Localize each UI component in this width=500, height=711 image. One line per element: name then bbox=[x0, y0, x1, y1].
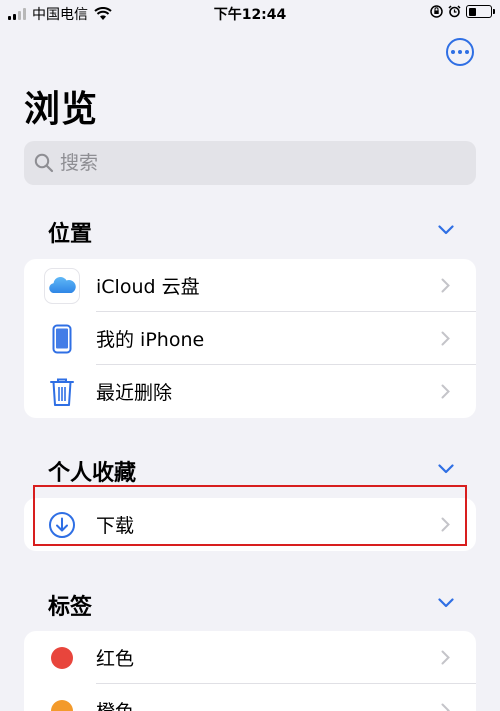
battery-fill bbox=[468, 7, 476, 16]
tag-item-orange[interactable]: 橙色 bbox=[24, 684, 476, 711]
section-title: 个人收藏 bbox=[48, 461, 137, 486]
location-label: 最近删除 bbox=[96, 382, 173, 404]
chevron-right-icon bbox=[441, 703, 450, 711]
trash-icon bbox=[44, 374, 80, 410]
section-header-locations[interactable]: 位置 bbox=[24, 216, 476, 247]
chevron-right-icon bbox=[441, 331, 450, 346]
status-time: 下午12:44 bbox=[213, 7, 287, 23]
section-title: 标签 bbox=[48, 595, 93, 620]
orange-dot bbox=[51, 700, 73, 711]
location-item-iphone[interactable]: 我的 iPhone bbox=[24, 312, 476, 365]
status-bar: 中国电信 下午12:44 bbox=[0, 0, 500, 26]
search-input[interactable] bbox=[60, 152, 440, 174]
search-icon bbox=[34, 153, 54, 173]
section-header-tags[interactable]: 标签 bbox=[24, 589, 476, 620]
icloud-icon bbox=[44, 268, 80, 304]
chevron-down-icon[interactable] bbox=[438, 225, 454, 235]
tag-color-dot-icon bbox=[44, 640, 80, 676]
red-dot bbox=[51, 647, 73, 669]
location-label: 我的 iPhone bbox=[96, 329, 205, 351]
chevron-down-icon[interactable] bbox=[438, 598, 454, 608]
tag-label: 红色 bbox=[96, 648, 135, 670]
iphone-icon bbox=[44, 321, 80, 357]
location-label: iCloud 云盘 bbox=[96, 276, 200, 298]
status-right bbox=[430, 5, 495, 18]
chevron-down-icon[interactable] bbox=[438, 464, 454, 474]
location-item-recently-deleted[interactable]: 最近删除 bbox=[24, 365, 476, 418]
location-item-icloud[interactable]: iCloud 云盘 bbox=[24, 259, 476, 312]
orientation-lock-icon bbox=[430, 5, 443, 18]
chevron-right-icon bbox=[441, 384, 450, 399]
search-bar[interactable] bbox=[24, 141, 476, 185]
section-header-favorites[interactable]: 个人收藏 bbox=[24, 455, 476, 486]
battery-icon bbox=[466, 5, 495, 18]
chevron-right-icon bbox=[441, 650, 450, 665]
tag-label: 橙色 bbox=[96, 697, 134, 711]
tag-item-red[interactable]: 红色 bbox=[24, 631, 476, 684]
page-title: 浏览 bbox=[24, 89, 99, 130]
more-options-button[interactable] bbox=[446, 38, 474, 66]
tags-card: 红色 橙色 bbox=[24, 631, 476, 711]
chevron-right-icon bbox=[441, 278, 450, 293]
alarm-icon bbox=[448, 5, 461, 18]
highlight-box bbox=[33, 485, 467, 546]
section-title: 位置 bbox=[48, 222, 93, 247]
locations-card: iCloud 云盘 我的 iPhone 最近删除 bbox=[24, 259, 476, 418]
tag-color-dot-icon bbox=[44, 693, 80, 711]
